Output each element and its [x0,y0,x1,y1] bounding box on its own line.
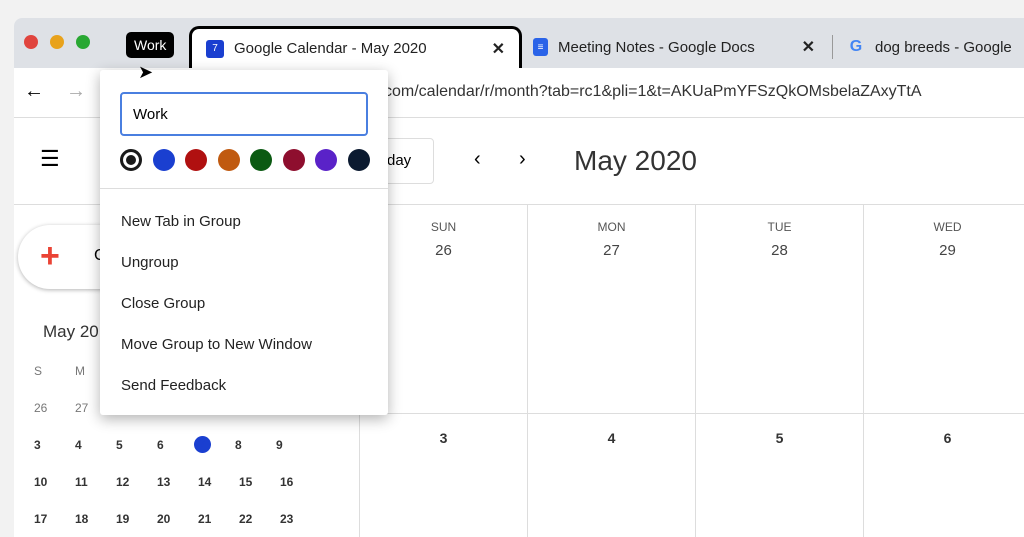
tab-group-editor-popup: New Tab in Group Ungroup Close Group Mov… [100,70,388,415]
day-of-week: MON [597,220,626,234]
color-swatch[interactable] [217,149,240,171]
close-tab-icon[interactable]: ✕ [492,39,505,59]
tab-google-calendar[interactable]: 7 Google Calendar - May 2020 ✕ [189,26,522,68]
day-number[interactable]: 4 [528,413,695,537]
menu-item-close-group[interactable]: Close Group [121,295,205,312]
day-number[interactable]: 5 [696,413,863,537]
day-number[interactable]: 29 [864,242,1024,259]
mini-day[interactable]: 23 [280,512,321,526]
mini-day[interactable]: 10 [34,475,75,489]
color-swatch[interactable] [282,149,305,171]
tab-title: Google Calendar - May 2020 [234,40,427,57]
maximize-window-button[interactable] [76,35,90,49]
mini-day[interactable]: 16 [280,475,321,489]
mini-day[interactable]: 14 [198,475,239,489]
mini-day[interactable]: 13 [157,475,198,489]
google-icon: G [849,38,863,55]
minimize-window-button[interactable] [50,35,64,49]
mini-day[interactable]: 12 [116,475,157,489]
mini-day[interactable]: 15 [239,475,280,489]
back-icon[interactable]: ← [24,80,44,103]
mini-day[interactable]: 19 [116,512,157,526]
month-title: May 2020 [574,145,697,176]
forward-icon[interactable]: → [66,80,86,103]
close-window-button[interactable] [24,35,38,49]
mini-day[interactable]: 8 [235,438,276,452]
color-swatch[interactable] [315,149,337,171]
plus-icon: + [40,237,60,275]
mini-day[interactable]: 17 [34,512,75,526]
close-tab-icon[interactable]: ✕ [802,37,815,57]
mini-day[interactable]: 7 [194,436,211,453]
mini-day[interactable]: 5 [116,438,157,452]
menu-item-ungroup[interactable]: Ungroup [121,254,179,271]
docs-icon: ≡ [533,38,548,56]
day-column: TUE 28 5 [696,205,864,537]
mini-day[interactable]: 21 [198,512,239,526]
day-number[interactable]: 27 [528,242,695,259]
tab-group-chip[interactable]: Work [126,32,175,58]
day-number[interactable]: 6 [864,413,1024,537]
tab-meeting-notes[interactable]: ≡ Meeting Notes - Google Docs ✕ [519,26,829,68]
day-number[interactable]: 3 [360,413,527,537]
mini-day[interactable]: 4 [75,438,116,452]
mini-calendar-title: May 20 [43,322,99,341]
color-swatch[interactable] [152,149,175,171]
mini-dow: S [34,363,43,378]
day-column: WED 29 6 [864,205,1024,537]
prev-month-icon[interactable]: ‹ [474,148,481,171]
mini-day[interactable]: 9 [276,438,317,452]
tab-title: dog breeds - Google [875,38,1012,56]
color-swatch[interactable] [185,149,207,171]
mini-day[interactable]: 20 [157,512,198,526]
calendar-icon: 7 [206,39,224,58]
group-name-input[interactable] [120,92,368,136]
day-of-week: TUE [767,220,792,234]
mouse-cursor-icon: ➤ [138,62,154,82]
menu-item-send-feedback[interactable]: Send Feedback [121,377,226,394]
day-of-week: WED [933,220,962,234]
day-column: MON 27 4 [528,205,696,537]
mini-day[interactable]: 11 [75,475,116,489]
next-month-icon[interactable]: › [519,148,526,171]
menu-item-new-tab-in-group[interactable]: New Tab in Group [121,213,241,230]
address-bar[interactable]: com/calendar/r/month?tab=rc1&pli=1&t=AKU… [384,83,922,101]
mini-day[interactable]: 6 [157,438,198,452]
mini-day[interactable]: 18 [75,512,116,526]
menu-icon[interactable]: ☰ [40,146,60,172]
day-number[interactable]: 28 [696,242,863,259]
color-swatch[interactable] [347,149,370,171]
tab-dog-breeds[interactable]: G dog breeds - Google [832,35,1024,59]
mini-day[interactable]: 3 [34,438,75,452]
divider [100,188,388,189]
menu-item-move-group[interactable]: Move Group to New Window [121,336,312,353]
tab-title: Meeting Notes - Google Docs [558,38,755,56]
tab-strip: Work 7 Google Calendar - May 2020 ✕ ≡ Me… [14,18,1024,68]
mini-day[interactable]: 26 [34,401,75,415]
color-swatch[interactable] [250,149,272,171]
mini-day[interactable]: 22 [239,512,280,526]
color-swatch[interactable] [120,149,142,171]
